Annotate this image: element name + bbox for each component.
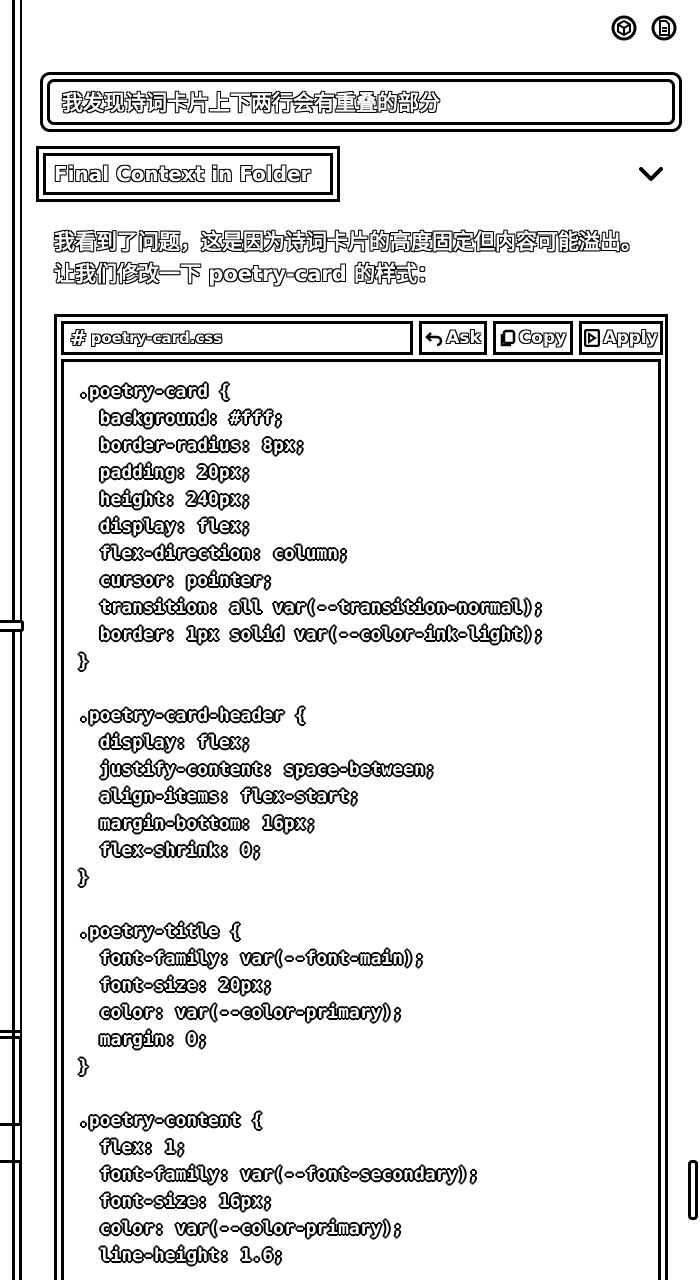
code-block: # poetry-card.css Ask Copy Apply .poetry… bbox=[54, 314, 668, 1280]
code-block-header: # poetry-card.css Ask Copy Apply bbox=[61, 321, 663, 355]
code-text: .poetry-card { background: #fff; border-… bbox=[78, 381, 544, 1266]
top-toolbar bbox=[610, 14, 678, 42]
context-dropdown-inner: Final Context in Folder bbox=[43, 153, 333, 195]
copy-icon bbox=[500, 329, 516, 347]
play-icon bbox=[584, 329, 601, 347]
scrollbar-thumb[interactable] bbox=[688, 1160, 698, 1220]
context-dropdown[interactable]: Final Context in Folder bbox=[36, 146, 340, 202]
code-file-tab[interactable]: # poetry-card.css bbox=[61, 321, 413, 355]
copy-button[interactable]: Copy bbox=[493, 321, 573, 355]
panel-resize-handle[interactable] bbox=[0, 620, 24, 632]
user-query-text: 我发现诗词卡片上下两行会有重叠的部分 bbox=[62, 91, 440, 115]
undo-icon bbox=[425, 330, 443, 346]
apply-label: Apply bbox=[603, 328, 658, 348]
user-query-box[interactable]: 我发现诗词卡片上下两行会有重叠的部分 bbox=[40, 72, 682, 132]
cube-icon[interactable] bbox=[610, 14, 638, 42]
divider bbox=[0, 1030, 22, 1033]
side-panel-fragment bbox=[0, 1160, 22, 1280]
apply-button[interactable]: Apply bbox=[579, 321, 663, 355]
user-query-inner: 我发现诗词卡片上下两行会有重叠的部分 bbox=[47, 79, 675, 125]
assistant-message: 我看到了问题，这是因为诗词卡片的高度固定但内容可能溢出。让我们修改一下 poet… bbox=[54, 230, 642, 286]
copy-label: Copy bbox=[518, 328, 567, 348]
hash-icon: # bbox=[70, 326, 87, 350]
ask-button[interactable]: Ask bbox=[419, 321, 487, 355]
chat-panel: 我发现诗词卡片上下两行会有重叠的部分 Final Context in Fold… bbox=[0, 0, 700, 1280]
ask-label: Ask bbox=[446, 328, 481, 348]
file-icon[interactable] bbox=[650, 14, 678, 42]
context-label: Final Context in Folder bbox=[54, 162, 311, 186]
chevron-down-icon[interactable] bbox=[638, 164, 664, 184]
code-filename: poetry-card.css bbox=[90, 329, 223, 347]
code-body[interactable]: .poetry-card { background: #fff; border-… bbox=[61, 359, 661, 1280]
side-panel-fragment bbox=[0, 1036, 22, 1126]
